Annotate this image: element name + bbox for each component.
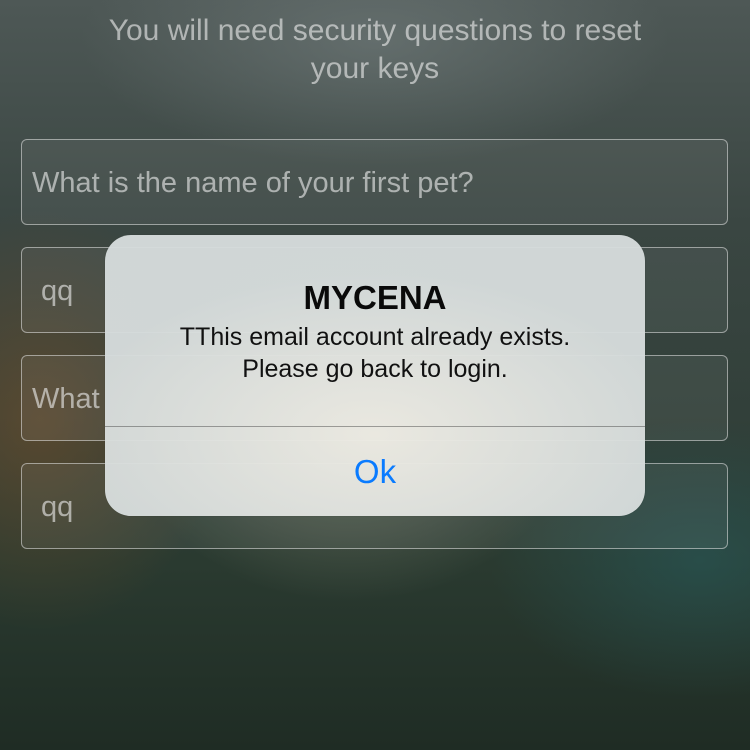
- security-questions-instruction: You will need security questions to rese…: [60, 12, 690, 88]
- alert-title: MYCENA: [303, 279, 447, 316]
- alert-message-line-1: TThis email account already exists.: [179, 323, 571, 351]
- security-answer-1-value: qq: [41, 275, 74, 307]
- alert-message: TThis email account already exists. Plea…: [125, 321, 625, 385]
- alert-message-line-2: Please go back to login.: [242, 355, 508, 383]
- instruction-line-2: your keys: [310, 52, 440, 85]
- security-question-2-value: What: [32, 383, 100, 415]
- alert-dialog: MYCENA TThis email account already exist…: [105, 235, 645, 516]
- security-question-1-placeholder: What is the name of your first pet?: [32, 167, 474, 199]
- security-question-1-field[interactable]: What is the name of your first pet?: [21, 139, 728, 225]
- registration-screen: You will need security questions to rese…: [0, 0, 750, 750]
- instruction-line-1: You will need security questions to rese…: [108, 14, 642, 47]
- security-answer-2-value: qq: [41, 491, 74, 523]
- ok-button[interactable]: Ok: [105, 427, 645, 516]
